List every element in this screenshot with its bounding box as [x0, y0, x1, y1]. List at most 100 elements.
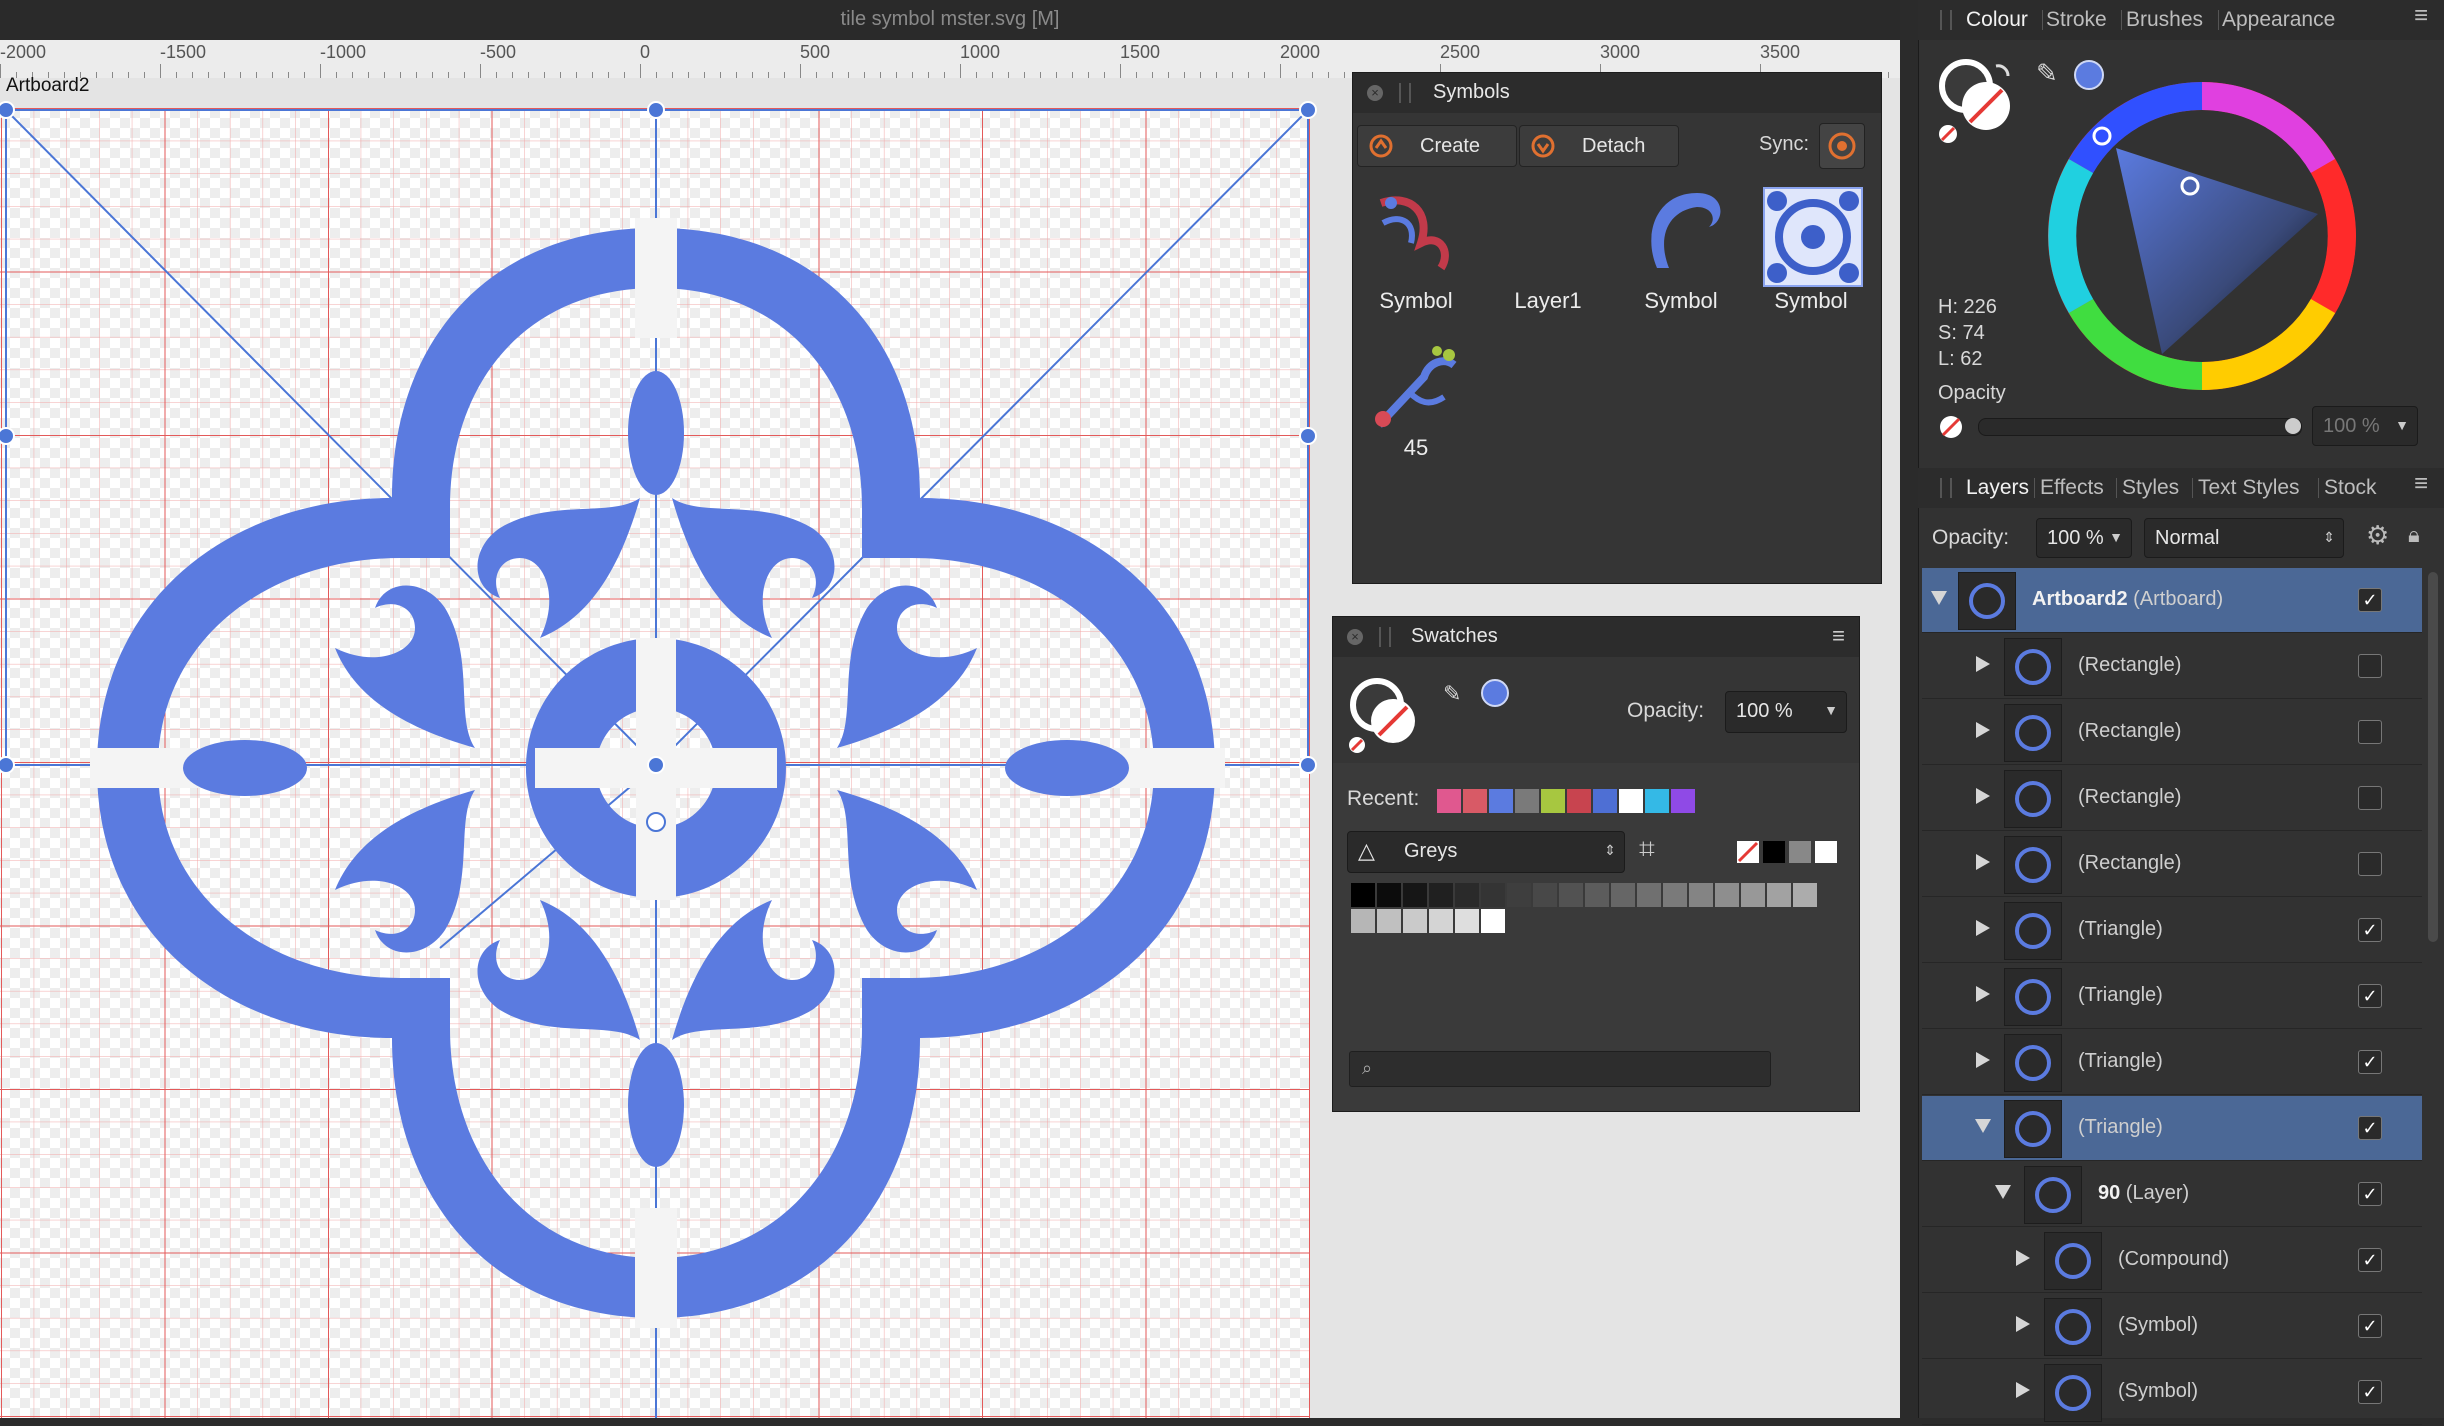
- swatch-search-input[interactable]: ⌕: [1349, 1051, 1771, 1087]
- gear-icon[interactable]: ⚙: [2366, 520, 2389, 551]
- disclosure-collapsed-icon[interactable]: [1976, 986, 1990, 1002]
- disclosure-collapsed-icon[interactable]: [2016, 1316, 2030, 1332]
- recent-color-swatch[interactable]: [1619, 789, 1643, 813]
- grip-icon[interactable]: [1399, 83, 1411, 103]
- recent-color-swatch[interactable]: [1645, 789, 1669, 813]
- detach-symbol-button[interactable]: Detach: [1519, 125, 1679, 167]
- layer-opacity-select[interactable]: 100 % ▼: [2036, 518, 2132, 558]
- fill-stroke-selector[interactable]: [1347, 675, 1427, 755]
- swatches-panel-header[interactable]: × Swatches ≡: [1333, 617, 1859, 657]
- tab-text-styles[interactable]: Text Styles: [2198, 476, 2300, 500]
- opacity-slider-handle[interactable]: [2285, 418, 2301, 434]
- layer-row[interactable]: (Rectangle): [1922, 832, 2422, 897]
- tab-layers[interactable]: Layers: [1966, 476, 2029, 500]
- grey-swatch[interactable]: [1403, 909, 1427, 933]
- recent-color-swatch[interactable]: [1463, 789, 1487, 813]
- grey-swatch[interactable]: [1429, 883, 1453, 907]
- close-icon[interactable]: ×: [1347, 629, 1363, 645]
- crescent-hook-icon[interactable]: [1637, 183, 1727, 283]
- recent-color-swatch[interactable]: [1541, 789, 1565, 813]
- disclosure-collapsed-icon[interactable]: [1976, 920, 1990, 936]
- layer-visibility-checkbox[interactable]: ✓: [2358, 1116, 2382, 1140]
- grey-swatch[interactable]: [1715, 883, 1739, 907]
- lock-icon[interactable]: 🔒︎: [2408, 522, 2420, 548]
- grey-swatch[interactable]: [1507, 883, 1531, 907]
- grey-swatch[interactable]: [1793, 883, 1817, 907]
- floral-corner-icon[interactable]: [1371, 183, 1461, 273]
- layer-visibility-checkbox[interactable]: ✓: [2358, 588, 2382, 612]
- disclosure-collapsed-icon[interactable]: [1976, 656, 1990, 672]
- qr-grid-icon[interactable]: ⌗: [1639, 833, 1655, 866]
- recent-color-swatch[interactable]: [1671, 789, 1695, 813]
- colour-fill-stroke-selector[interactable]: [1936, 56, 2026, 146]
- layer-row[interactable]: (Symbol) ✓: [1922, 1360, 2422, 1425]
- black-swatch[interactable]: [1763, 841, 1785, 863]
- panel-menu-icon[interactable]: ≡: [2414, 470, 2428, 498]
- grey-swatch[interactable]: [1767, 883, 1791, 907]
- layer-visibility-checkbox[interactable]: ✓: [2358, 1050, 2382, 1074]
- grey-swatch[interactable]: [1377, 909, 1401, 933]
- layer-row[interactable]: (Triangle) ✓: [1922, 1096, 2422, 1161]
- artboard-label[interactable]: Artboard2: [6, 75, 89, 97]
- layer-visibility-checkbox[interactable]: ✓: [2358, 918, 2382, 942]
- layer-row[interactable]: 90 (Layer) ✓: [1922, 1162, 2422, 1227]
- layer-visibility-checkbox[interactable]: ✓: [2358, 1182, 2382, 1206]
- symbol-item-label[interactable]: Layer1: [1488, 288, 1608, 314]
- disclosure-collapsed-icon[interactable]: [1976, 722, 1990, 738]
- layer-row[interactable]: (Rectangle): [1922, 700, 2422, 765]
- recent-color-swatch[interactable]: [1593, 789, 1617, 813]
- floral-branch-icon[interactable]: [1369, 337, 1465, 433]
- grey-swatch[interactable]: [1611, 883, 1635, 907]
- tab-styles[interactable]: Styles: [2122, 476, 2179, 500]
- grey-swatch[interactable]: [1377, 883, 1401, 907]
- recent-color-swatch[interactable]: [1567, 789, 1591, 813]
- grey-swatch[interactable]: [1351, 909, 1375, 933]
- layer-visibility-checkbox[interactable]: ✓: [2358, 1248, 2382, 1272]
- layers-scrollbar[interactable]: [2428, 572, 2438, 942]
- layer-row[interactable]: Artboard2 (Artboard) ✓: [1922, 568, 2422, 633]
- panel-menu-icon[interactable]: ≡: [2414, 2, 2428, 30]
- layer-row[interactable]: (Rectangle): [1922, 766, 2422, 831]
- create-symbol-button[interactable]: Create: [1357, 125, 1517, 167]
- recent-color-swatch[interactable]: [1437, 789, 1461, 813]
- disclosure-collapsed-icon[interactable]: [2016, 1250, 2030, 1266]
- layer-visibility-checkbox[interactable]: [2358, 786, 2382, 810]
- hsl-colour-wheel[interactable]: [2042, 76, 2362, 396]
- sync-toggle-button[interactable]: [1819, 123, 1865, 169]
- no-opacity-icon[interactable]: [1938, 414, 1964, 440]
- layer-row[interactable]: (Rectangle): [1922, 634, 2422, 699]
- none-swatch[interactable]: [1737, 841, 1759, 863]
- grey-swatch[interactable]: [1403, 883, 1427, 907]
- disclosure-collapsed-icon[interactable]: [1976, 788, 1990, 804]
- grey-swatch[interactable]: [1663, 883, 1687, 907]
- grip-icon[interactable]: [1940, 478, 1952, 498]
- grey-swatch[interactable]: [1689, 883, 1713, 907]
- close-icon[interactable]: ×: [1367, 85, 1383, 101]
- layer-visibility-checkbox[interactable]: [2358, 852, 2382, 876]
- grey-swatch[interactable]: [1455, 909, 1479, 933]
- grey-swatch[interactable]: [1741, 883, 1765, 907]
- tab-stock[interactable]: Stock: [2324, 476, 2377, 500]
- layer-visibility-checkbox[interactable]: ✓: [2358, 1314, 2382, 1338]
- tile-pattern-icon[interactable]: [1763, 187, 1863, 287]
- grey-swatch[interactable]: [1533, 883, 1557, 907]
- grey-swatch[interactable]: [1585, 883, 1609, 907]
- artboard-canvas[interactable]: [0, 78, 1320, 1418]
- layer-row[interactable]: (Compound) ✓: [1922, 1228, 2422, 1293]
- disclosure-expanded-icon[interactable]: [1931, 591, 1947, 605]
- disclosure-collapsed-icon[interactable]: [1976, 854, 1990, 870]
- white-swatch[interactable]: [1815, 841, 1837, 863]
- colour-opacity-select[interactable]: 100 % ▼: [2312, 406, 2418, 446]
- recent-color-swatch[interactable]: [1515, 789, 1539, 813]
- grey-swatch[interactable]: [1351, 883, 1375, 907]
- panel-menu-icon[interactable]: ≡: [1832, 623, 1845, 649]
- layer-row[interactable]: (Symbol) ✓: [1922, 1294, 2422, 1359]
- tab-colour[interactable]: Colour: [1966, 8, 2028, 32]
- layer-visibility-checkbox[interactable]: [2358, 654, 2382, 678]
- grey-swatch[interactable]: [1789, 841, 1811, 863]
- opacity-slider[interactable]: [1978, 418, 2302, 436]
- tab-stroke[interactable]: Stroke: [2046, 8, 2107, 32]
- grey-swatch[interactable]: [1559, 883, 1583, 907]
- layer-visibility-checkbox[interactable]: ✓: [2358, 984, 2382, 1008]
- recent-color-swatch[interactable]: [1489, 789, 1513, 813]
